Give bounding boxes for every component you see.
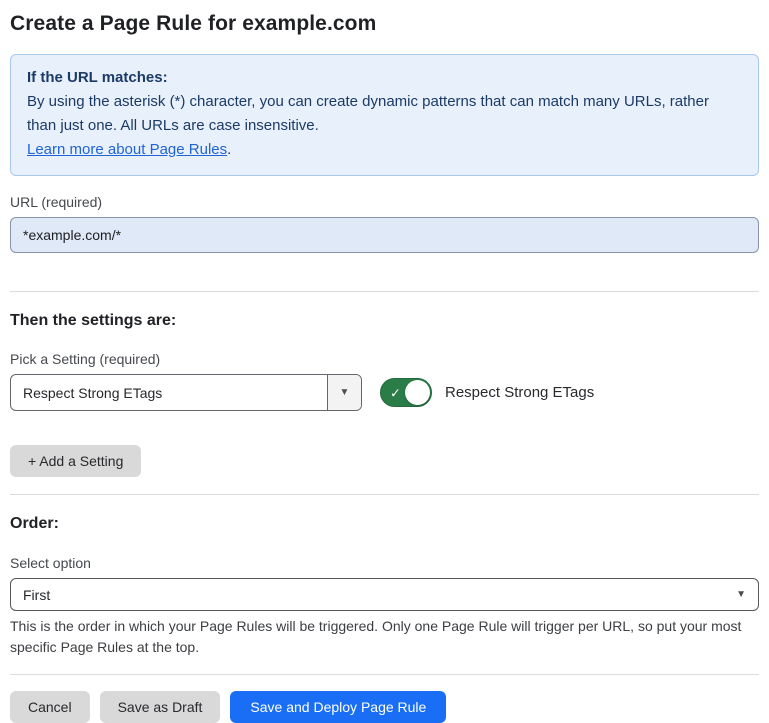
learn-more-link[interactable]: Learn more about Page Rules [27,141,227,158]
footer-actions: Cancel Save as Draft Save and Deploy Pag… [10,691,759,723]
setting-dropdown-arrow-button[interactable]: ▼ [327,375,361,410]
save-draft-button[interactable]: Save as Draft [100,691,221,723]
section-divider [10,674,759,675]
url-label: URL (required) [10,194,759,210]
chevron-down-icon: ▼ [736,590,746,600]
url-match-info-box: If the URL matches: By using the asteris… [10,54,759,176]
chevron-down-icon: ▼ [340,388,350,398]
url-input[interactable] [10,217,759,253]
link-period: . [227,141,231,158]
setting-toggle[interactable]: ✓ [380,378,432,407]
create-page-rule-form: Create a Page Rule for example.com If th… [0,0,769,723]
info-box-body: By using the asterisk (*) character, you… [27,90,742,138]
order-select-label: Select option [10,555,759,571]
info-box-link-line: Learn more about Page Rules. [27,138,742,162]
setting-row: Respect Strong ETags ▼ ✓ Respect Strong … [10,374,759,411]
save-deploy-button[interactable]: Save and Deploy Page Rule [230,691,446,723]
setting-toggle-group: ✓ Respect Strong ETags [380,378,594,407]
setting-toggle-label: Respect Strong ETags [445,384,594,401]
pick-setting-label: Pick a Setting (required) [10,351,759,367]
page-title: Create a Page Rule for example.com [10,12,759,36]
setting-dropdown-value: Respect Strong ETags [11,375,327,410]
order-select-value: First [23,587,50,603]
settings-heading: Then the settings are: [10,312,759,330]
order-select[interactable]: First ▼ [10,578,759,611]
section-divider [10,291,759,292]
order-help-text: This is the order in which your Page Rul… [10,616,759,658]
cancel-button[interactable]: Cancel [10,691,90,723]
order-heading: Order: [10,515,759,533]
section-divider [10,494,759,495]
toggle-knob [405,380,430,405]
setting-dropdown[interactable]: Respect Strong ETags ▼ [10,374,362,411]
check-icon: ✓ [390,386,401,399]
add-setting-button[interactable]: + Add a Setting [10,445,141,477]
info-box-heading: If the URL matches: [27,66,742,90]
